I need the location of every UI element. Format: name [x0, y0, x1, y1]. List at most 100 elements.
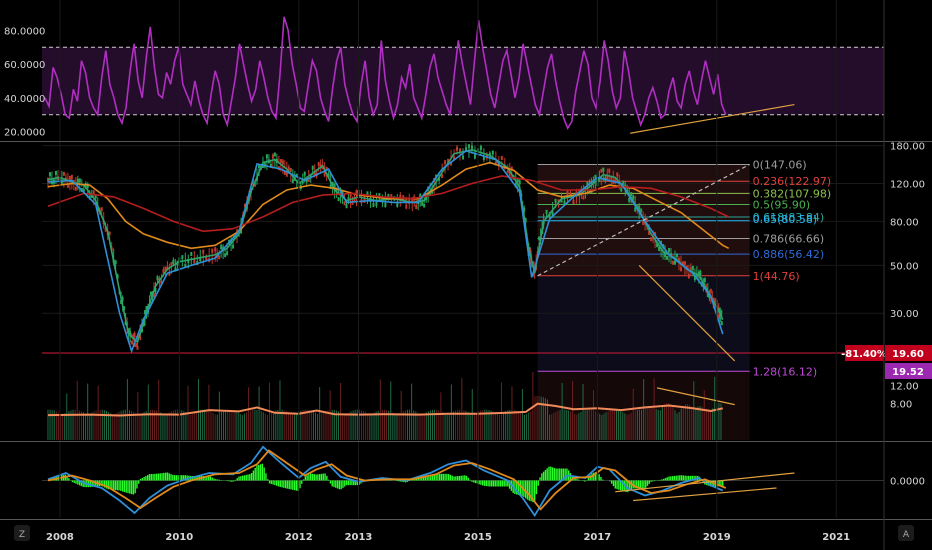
candle-body [54, 170, 57, 175]
candle-body [396, 202, 399, 207]
rsi-band [42, 47, 884, 115]
candle-body [456, 146, 459, 151]
candle-body [608, 168, 611, 173]
reset-zoom-label: Z [19, 530, 25, 540]
candle-body [554, 198, 557, 203]
candle-body [709, 288, 712, 293]
candle-body [289, 167, 292, 172]
candle-body [572, 200, 575, 205]
candle-body [668, 247, 671, 252]
candle-body [473, 154, 476, 159]
price-tick-label: 80.00 [890, 217, 919, 228]
candle-body [491, 150, 494, 155]
candle-body [375, 201, 378, 206]
fib-level-label: 1.28(16.12) [753, 365, 818, 378]
fib-level-label: 0.65(80.58) [753, 213, 818, 226]
time-tick-label: 2015 [464, 532, 492, 543]
candle-body [683, 261, 686, 266]
candle-body [566, 190, 569, 195]
rsi-tick-label: 60.0000 [4, 60, 45, 71]
candle-body [699, 271, 702, 276]
price-tick-label: 120.00 [890, 179, 925, 190]
candle-body [673, 260, 676, 265]
volume-tick-label: 12.00 [890, 382, 919, 393]
last-price-badge-text: 19.60 [892, 349, 924, 360]
price-tick-label: 50.00 [890, 261, 919, 272]
volume-tick-label: 8.00 [890, 400, 912, 411]
candle-body [679, 267, 682, 272]
stock-chart[interactable]: 80.0000 60.0000 40.0000 20.0000 180.00 120.0… [0, 0, 932, 550]
candle-body [703, 278, 706, 283]
candle-body [372, 203, 375, 208]
time-tick-label: 2021 [822, 532, 850, 543]
candle-body [462, 155, 464, 160]
candle-body [100, 207, 103, 212]
fib-level-label: 1(44.76) [753, 270, 800, 283]
candle-body [271, 154, 274, 159]
candle-body [337, 197, 340, 202]
candle-body [62, 171, 65, 176]
rsi-tick-label: 20.0000 [4, 128, 45, 139]
time-tick-label: 2010 [165, 532, 193, 543]
candle-body [720, 321, 723, 326]
candle-body [273, 152, 276, 157]
candle-body [666, 255, 669, 260]
rsi-tick-label: 40.0000 [4, 94, 45, 105]
candle-body [48, 172, 51, 177]
candle-body [285, 172, 288, 177]
candle-body [384, 203, 387, 208]
candle-body [479, 145, 482, 150]
candle-body [500, 156, 503, 161]
candle-body [672, 260, 675, 265]
candle-body [265, 154, 268, 159]
candle-body [78, 178, 81, 183]
candle-body [518, 180, 521, 185]
candle-body [415, 205, 418, 210]
time-tick-label: 2013 [345, 532, 373, 543]
candle-body [130, 340, 133, 345]
fib-level-label: 0(147.06) [753, 158, 807, 171]
candle-body [172, 259, 175, 264]
auto-scale-label: A [903, 530, 910, 540]
candle-body [74, 186, 77, 191]
candle-body [343, 201, 346, 206]
time-tick-label: 2012 [285, 532, 313, 543]
candle-body [220, 245, 223, 250]
candle-body [156, 276, 159, 281]
candle-body [202, 249, 205, 254]
candle-body [76, 178, 79, 183]
candle-body [133, 332, 136, 337]
candle-body [675, 253, 678, 258]
candle-body [582, 195, 585, 200]
fib-level-label: 0.5(95.90) [753, 198, 811, 211]
candle-body [181, 255, 184, 260]
fib-level-label: 0.236(122.97) [753, 175, 832, 188]
candle-body [650, 237, 653, 242]
candle-body [279, 159, 282, 164]
candle-body [421, 201, 424, 206]
candle-body [600, 168, 603, 173]
candle-body [467, 144, 470, 149]
fib-zone-lower [537, 275, 750, 372]
candle-body [218, 255, 221, 260]
candle-body [317, 161, 320, 166]
change-badge-text: -81.40% [841, 349, 887, 360]
candle-body [193, 259, 196, 264]
candle-body [214, 247, 217, 252]
candle-body [642, 221, 645, 226]
time-tick-label: 2008 [46, 532, 74, 543]
marker-price-badge-text: 19.52 [892, 367, 924, 378]
candle-body [224, 253, 227, 258]
candle-body [616, 172, 619, 177]
time-tick-label: 2019 [703, 532, 731, 543]
candle-body [136, 345, 139, 350]
candle-body [68, 175, 71, 180]
candle-body [687, 273, 690, 278]
candle-body [444, 160, 447, 165]
candle-body [211, 248, 214, 253]
candle-body [70, 175, 73, 180]
candle-body [226, 251, 229, 256]
candle-body [345, 204, 348, 209]
candle-body [291, 179, 294, 184]
macd-tick-label: 0.0000 [890, 477, 925, 488]
